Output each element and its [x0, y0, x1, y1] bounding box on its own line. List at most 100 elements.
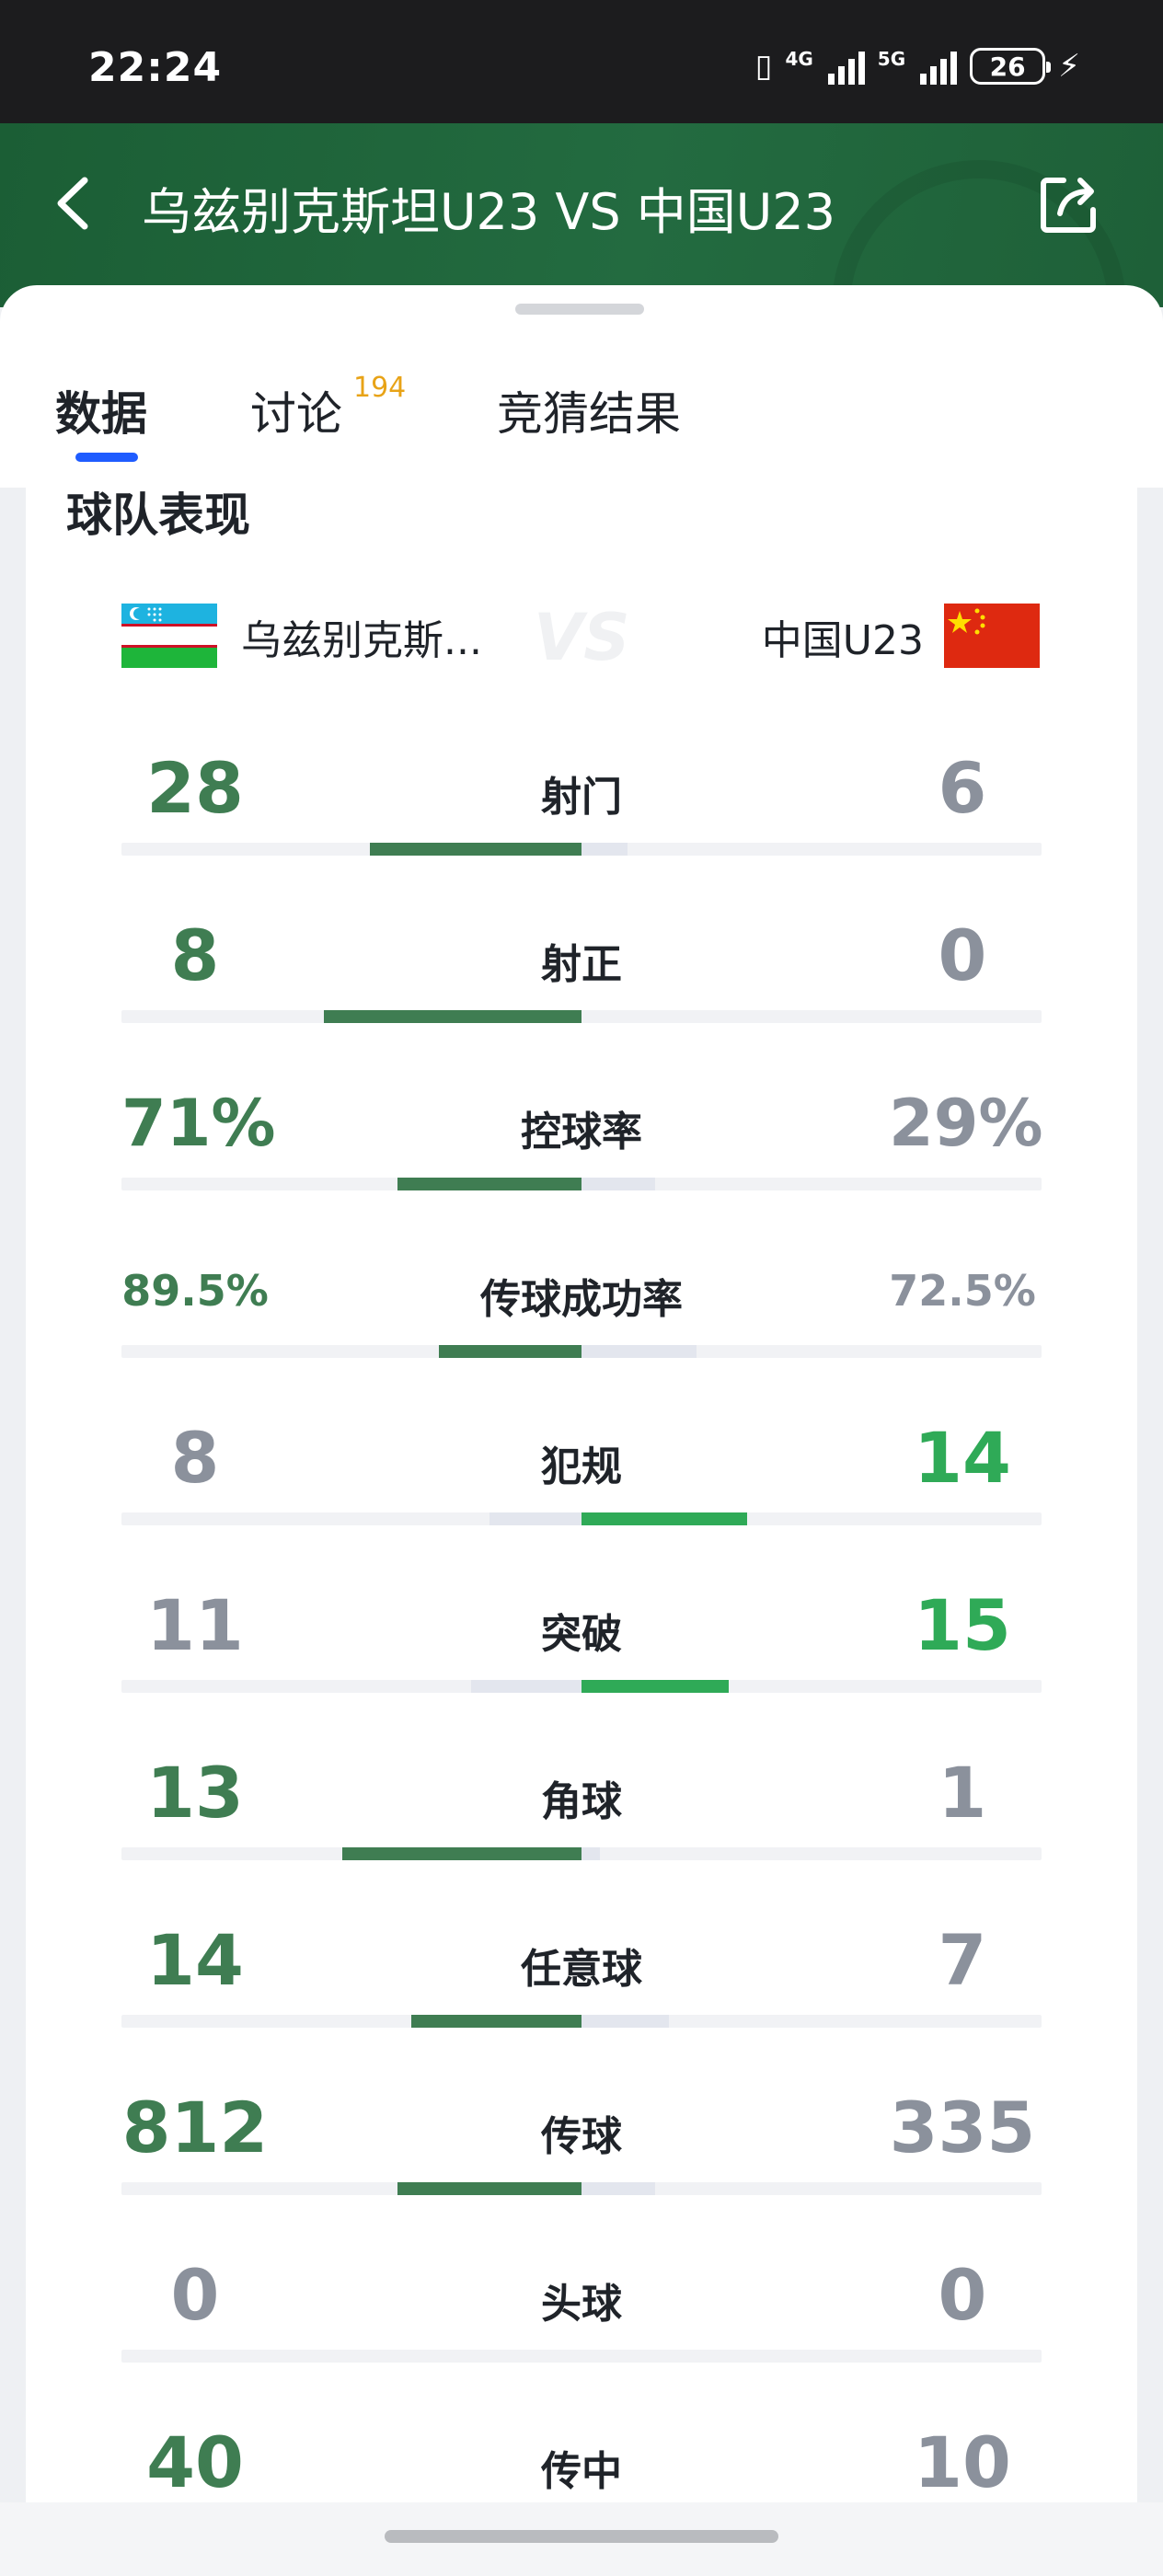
away-stat-value: 14	[914, 1417, 1011, 1499]
away-stat-bar	[582, 1178, 655, 1190]
stat-bar-track	[121, 843, 1042, 856]
stat-bar-track	[121, 1178, 1042, 1190]
home-stat-bar	[397, 2182, 582, 2195]
stat-label: 传球成功率	[480, 1276, 683, 1323]
away-stat-value: 1	[938, 1752, 987, 1834]
stat-label: 传球	[541, 2113, 622, 2160]
home-stat-value: 14	[146, 1919, 244, 2001]
home-stat-bar	[342, 1847, 582, 1860]
active-tab-indicator	[75, 453, 138, 462]
home-stat-value: 13	[146, 1752, 244, 1834]
away-stat-value: 7	[938, 1919, 987, 2001]
away-stat-bar	[582, 2015, 669, 2028]
uzbekistan-flag-icon	[121, 604, 217, 668]
teams-row: 乌兹别克斯... VS 中国U23	[0, 580, 1163, 690]
stat-label: 射门	[541, 774, 622, 821]
status-time: 22:24	[88, 44, 223, 91]
stat-label: 犯规	[541, 1443, 622, 1490]
tab-bar: 数据 讨论 194 竞猜结果	[0, 340, 1163, 469]
stat-row: 13 角球 1	[0, 1752, 1163, 1919]
away-stat-value: 6	[938, 747, 987, 829]
stat-label: 角球	[541, 1778, 622, 1825]
tab-prediction-label: 竞猜结果	[497, 387, 681, 441]
vs-watermark: VS	[534, 600, 630, 675]
stat-bar-track	[121, 1345, 1042, 1358]
stat-row: 8 犯规 14	[0, 1417, 1163, 1584]
away-stat-bar	[582, 1847, 600, 1860]
stat-row: 0 头球 0	[0, 2254, 1163, 2421]
away-stat-value: 10	[914, 2421, 1011, 2503]
stat-bar-track	[121, 1010, 1042, 1023]
stat-row: 8 射正 0	[0, 914, 1163, 1082]
away-stat-bar	[582, 1512, 747, 1525]
stat-label: 头球	[541, 2281, 622, 2328]
home-stat-value: 8	[170, 1417, 220, 1499]
page-title: 乌兹别克斯坦U23 VS 中国U23	[142, 183, 836, 241]
back-button[interactable]	[48, 171, 103, 236]
stat-label: 突破	[541, 1611, 622, 1658]
away-stat-value: 0	[938, 2254, 987, 2336]
stat-row: 11 突破 15	[0, 1584, 1163, 1752]
stat-label: 控球率	[521, 1109, 642, 1156]
stat-bar-track	[121, 1847, 1042, 1860]
away-stat-value: 0	[938, 914, 987, 996]
home-stat-value: 812	[121, 2087, 269, 2168]
tab-data[interactable]: 数据	[55, 377, 147, 443]
home-stat-bar	[411, 2015, 582, 2028]
home-stat-value: 0	[170, 2254, 220, 2336]
stat-bar-track	[121, 2015, 1042, 2028]
stat-row: 14 任意球 7	[0, 1919, 1163, 2087]
home-stat-bar	[471, 1680, 582, 1693]
charging-icon: ⚡	[1058, 48, 1080, 85]
away-team-name: 中国U23	[761, 617, 924, 664]
share-icon	[1041, 178, 1096, 233]
away-stat-bar	[582, 2182, 655, 2195]
share-button[interactable]	[1036, 171, 1102, 237]
home-stat-value: 28	[146, 747, 244, 829]
away-stat-value: 335	[889, 2087, 1036, 2168]
stat-row: 71% 控球率 29%	[0, 1082, 1163, 1249]
system-nav-bar	[0, 2502, 1163, 2576]
stat-bar-track	[121, 1680, 1042, 1693]
stat-row: 89.5% 传球成功率 72.5%	[0, 1249, 1163, 1417]
home-stat-bar	[439, 1345, 582, 1358]
china-flag-icon	[944, 604, 1040, 668]
tab-prediction-results[interactable]: 竞猜结果	[497, 377, 681, 443]
home-team-name: 乌兹别克斯...	[241, 617, 482, 664]
chevron-left-icon	[57, 177, 88, 230]
status-bar: 22:24 ▯ 4G 5G 26 ⚡	[0, 0, 1163, 123]
home-stat-value: 71%	[121, 1086, 276, 1161]
home-indicator[interactable]	[385, 2530, 778, 2543]
away-stat-bar	[582, 1680, 729, 1693]
home-stat-value: 11	[146, 1584, 244, 1666]
home-stat-bar	[397, 1178, 582, 1190]
stat-label: 射正	[541, 941, 622, 988]
section-title: 球队表现	[66, 489, 250, 542]
discussion-count-badge: 194	[353, 372, 407, 404]
battery-level: 26	[989, 51, 1026, 82]
stat-bar-track	[121, 2350, 1042, 2363]
stat-label: 任意球	[521, 1946, 642, 1993]
home-stat-bar	[370, 843, 582, 856]
drag-handle[interactable]	[515, 304, 644, 315]
home-stat-value: 40	[146, 2421, 244, 2503]
tab-discussion[interactable]: 讨论 194	[250, 372, 406, 443]
home-stat-bar	[324, 1010, 582, 1023]
home-stat-value: 89.5%	[121, 1266, 269, 1316]
stat-label: 传中	[541, 2448, 622, 2495]
status-icons: ▯ 4G 5G 26 ⚡	[755, 48, 1080, 85]
stat-bar-track	[121, 2182, 1042, 2195]
away-stat-value: 72.5%	[889, 1266, 1036, 1316]
network-label-2: 5G	[877, 48, 906, 70]
signal-icon	[827, 48, 865, 85]
home-stat-value: 8	[170, 914, 220, 996]
home-stat-bar	[489, 1512, 582, 1525]
vibrate-icon: ▯	[754, 48, 773, 85]
tab-discussion-label: 讨论	[250, 387, 342, 441]
away-stat-value: 29%	[889, 1086, 1043, 1161]
battery-icon: 26	[970, 48, 1052, 85]
away-stat-value: 15	[914, 1584, 1011, 1666]
stat-row: 812 传球 335	[0, 2087, 1163, 2254]
match-header: 乌兹别克斯坦U23 VS 中国U23	[0, 123, 1163, 307]
away-stat-bar	[582, 843, 628, 856]
